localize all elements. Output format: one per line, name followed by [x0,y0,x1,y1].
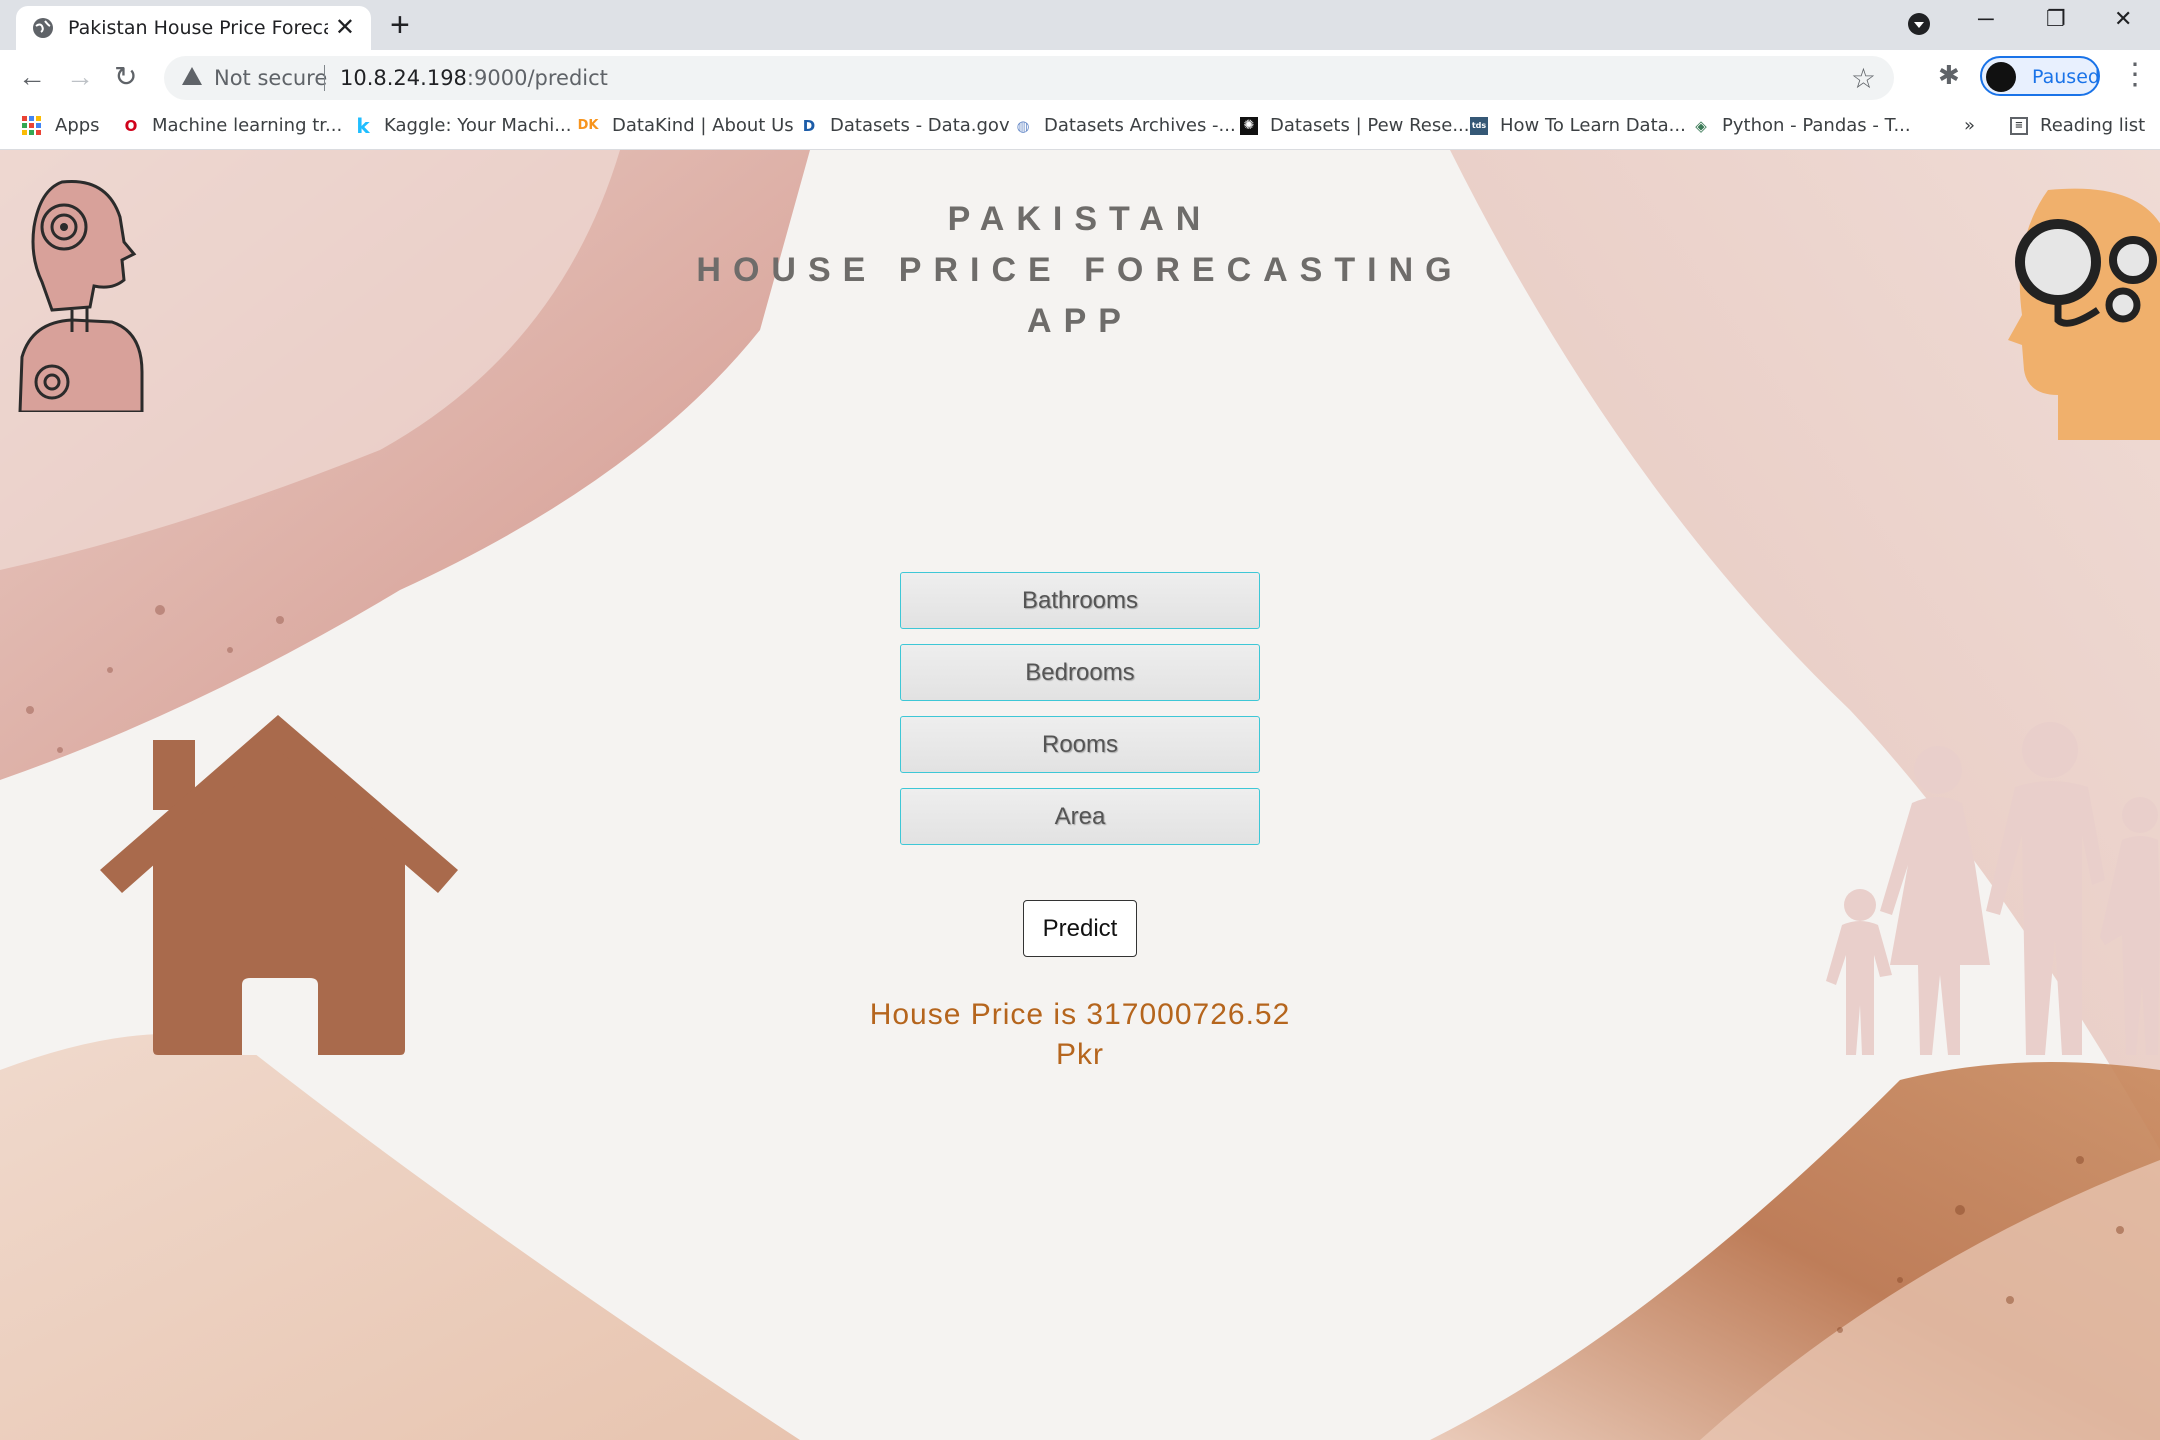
back-icon[interactable]: ← [18,58,46,96]
bookmark-label: Datasets Archives -... [1044,115,1236,136]
predict-button[interactable]: Predict [1023,900,1137,957]
bookmark-label: Machine learning tr... [152,115,343,136]
kaggle-icon: k [356,113,370,138]
bathrooms-input[interactable] [900,572,1260,629]
tds-icon: tds [1470,116,1488,135]
minimize-icon[interactable]: ─ [1978,6,1994,32]
url-host: 10.8.24.198 [340,66,467,90]
divider [324,65,325,91]
security-indicator[interactable]: Not secure [214,66,327,90]
bookmark-apps[interactable]: Apps [22,115,100,136]
pew-icon: ✺ [1240,116,1258,135]
result-line: House Price is 317000726.52 [869,998,1291,1031]
reading-list-label: Reading list [2040,115,2146,136]
browser-tab[interactable]: Pakistan House Price Forecasting ✕ [16,6,371,50]
family-icon [1826,722,2160,1055]
tab-title: Pakistan House Price Forecasting [68,17,328,39]
forward-icon[interactable]: → [66,58,94,96]
extensions-icon[interactable]: ✱ [1938,60,1960,91]
apps-grid-icon [22,116,41,135]
bookmarks-bar: Apps O Machine learning tr... k Kaggle: … [0,105,2160,150]
warning-icon [182,67,202,85]
address-bar[interactable]: Not secure 10.8.24.198:9000/predict ☆ [164,56,1894,100]
title-line: HOUSE PRICE FORECASTING [696,251,1464,289]
bookmark-label: Datasets | Pew Rese... [1270,115,1470,136]
bookmark-item[interactable]: DK DataKind | About Us [576,115,794,136]
restore-icon[interactable]: ❐ [2046,6,2066,32]
bookmark-label: Python - Pandas - T... [1722,115,1911,136]
bookmark-item[interactable]: ✺ Datasets | Pew Rese... [1240,115,1470,136]
bookmarks-overflow-button[interactable]: » [1964,115,1975,136]
prediction-result: House Price is 317000726.52 Pkr [780,995,1380,1075]
title-line: PAKISTAN [947,200,1213,238]
avatar [1986,62,2016,92]
close-window-icon[interactable]: ✕ [2114,6,2132,32]
bookmark-item[interactable]: k Kaggle: Your Machi... [354,115,571,136]
new-tab-button[interactable]: + [390,6,410,44]
tab-strip: Pakistan House Price Forecasting ✕ + ─ ❐… [0,0,2160,50]
bookmark-item[interactable]: O Machine learning tr... [122,115,343,136]
menu-icon[interactable]: ⋮ [2120,58,2150,92]
reading-list-button[interactable]: ≡ Reading list [2010,115,2145,136]
url-text[interactable]: 10.8.24.198:9000/predict [340,66,608,90]
bedrooms-input[interactable] [900,644,1260,701]
url-path: :9000/predict [466,66,608,90]
page-title: PAKISTAN HOUSE PRICE FORECASTING APP [0,194,2160,347]
bookmark-item[interactable]: ◍ Datasets Archives -... [1014,115,1236,136]
reload-icon[interactable]: ↻ [114,58,137,96]
house-icon [100,715,458,1055]
rooms-input[interactable] [900,716,1260,773]
reading-list-icon: ≡ [2010,116,2028,135]
title-line: APP [1027,302,1133,340]
profile-button[interactable]: Paused [1980,56,2100,96]
bookmark-label: How To Learn Data... [1500,115,1686,136]
bookmark-label: Kaggle: Your Machi... [384,115,572,136]
page-canvas: PAKISTAN HOUSE PRICE FORECASTING APP Pre… [0,150,2160,1440]
bookmark-item[interactable]: ◈ Python - Pandas - T... [1692,115,1911,136]
prediction-form [900,572,1260,860]
opera-icon: O [124,116,138,135]
browser-toolbar: ← → ↻ Not secure 10.8.24.198:9000/predic… [0,50,2160,105]
bookmark-item[interactable]: D Datasets - Data.gov [800,115,1010,136]
tab-search-icon[interactable] [1908,13,1930,35]
bookmark-star-icon[interactable]: ☆ [1851,62,1876,95]
bookmark-label: Apps [55,115,100,136]
bookmark-item[interactable]: tds How To Learn Data... [1470,115,1686,136]
tutorialspoint-icon: ◈ [1695,116,1707,135]
profile-label: Paused [2032,66,2100,88]
datagov-icon: D [802,116,816,135]
result-line: Pkr [1056,1038,1104,1071]
datakind-icon: DK [577,117,599,133]
area-input[interactable] [900,788,1260,845]
bookmark-label: Datasets - Data.gov [830,115,1010,136]
close-tab-icon[interactable]: ✕ [335,16,355,40]
globe-icon: ◍ [1016,116,1030,135]
bookmark-label: DataKind | About Us [612,115,794,136]
globe-icon [33,18,53,38]
